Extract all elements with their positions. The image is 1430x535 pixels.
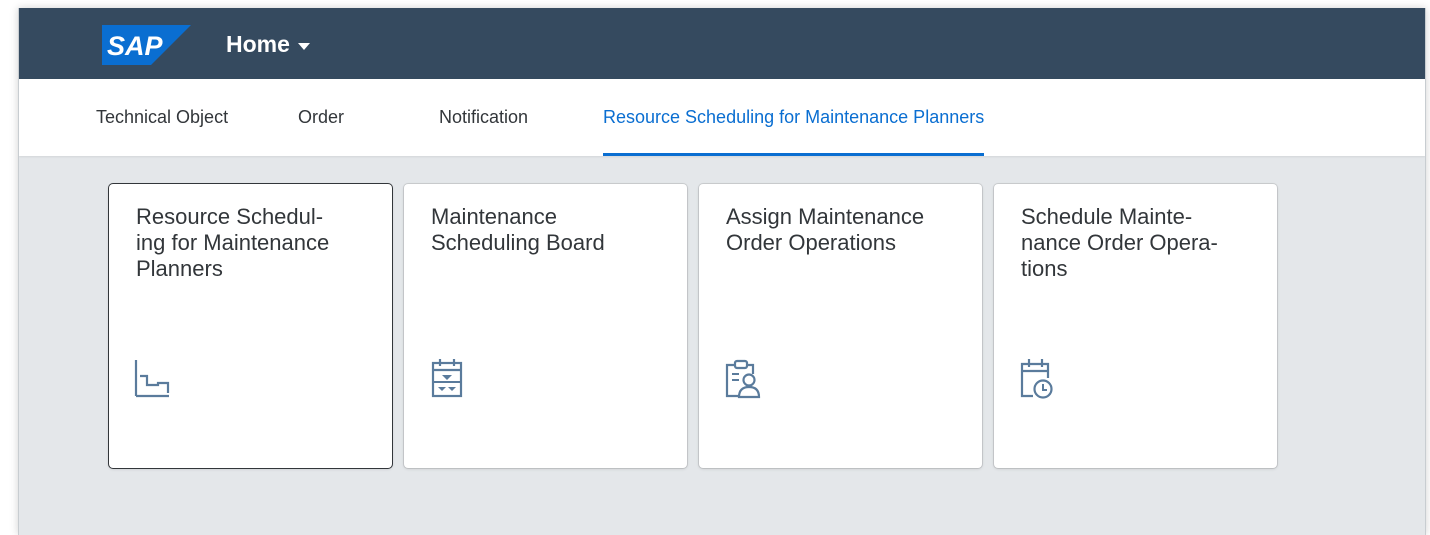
planning-calendar-icon — [431, 359, 463, 398]
tile-title: Resource Schedul- ing for Maintenance Pl… — [136, 204, 330, 281]
calendar-clock-icon — [1020, 359, 1053, 399]
tab-order[interactable]: Order — [298, 79, 344, 156]
tab-resource-scheduling[interactable]: Resource Scheduling for Maintenance Plan… — [603, 79, 985, 156]
app-window: SAP Home Technical Object Order Notifica… — [18, 8, 1426, 535]
tile-title: Maintenance Scheduling Board — [431, 204, 605, 255]
step-chart-icon — [134, 360, 170, 398]
clipboard-person-icon — [725, 359, 761, 399]
caret-down-icon — [297, 42, 310, 50]
home-label: Home — [226, 30, 290, 57]
tab-notification[interactable]: Notification — [439, 79, 528, 156]
home-menu-button[interactable]: Home — [226, 29, 310, 59]
sap-logo[interactable]: SAP — [102, 25, 191, 65]
tile-resource-scheduling[interactable]: Resource Schedul- ing for Maintenance Pl… — [109, 184, 392, 468]
tile-title: Schedule Mainte- nance Order Opera- tion… — [1021, 204, 1218, 281]
shell-bar: SAP Home — [19, 8, 1425, 79]
tile-schedule-maintenance-order-operations[interactable]: Schedule Mainte- nance Order Opera- tion… — [994, 184, 1277, 468]
tile-title: Assign Maintenance Order Operations — [726, 204, 925, 255]
sap-logo-text: SAP — [107, 31, 164, 61]
tab-technical-object[interactable]: Technical Object — [96, 79, 228, 156]
tab-bar: Technical Object Order Notification Reso… — [19, 79, 1425, 156]
tile-assign-maintenance-order-operations[interactable]: Assign Maintenance Order Operations — [699, 184, 982, 468]
tile-maintenance-scheduling-board[interactable]: Maintenance Scheduling Board — [404, 184, 687, 468]
